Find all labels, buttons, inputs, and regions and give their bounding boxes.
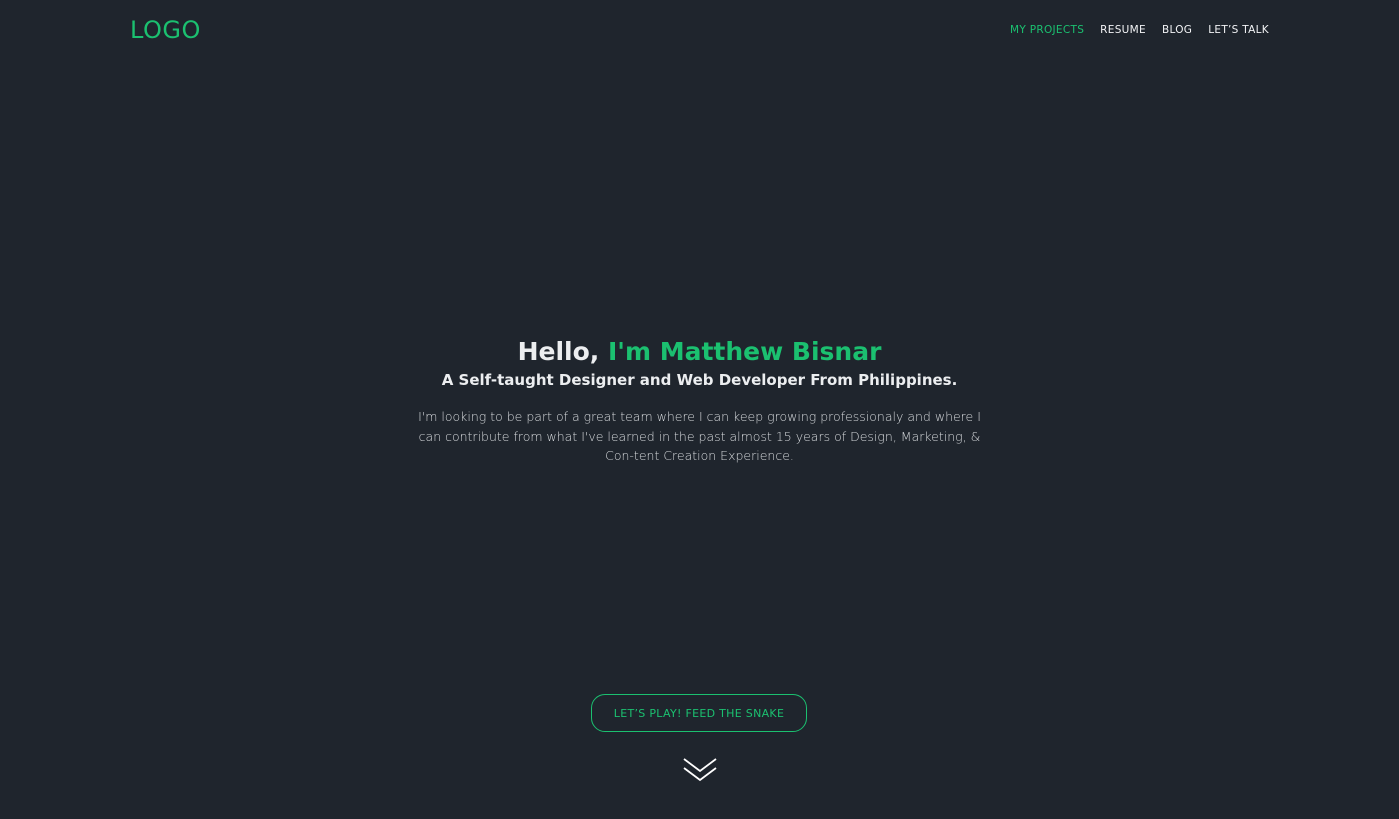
hero-section: Hello, I'm Matthew Bisnar A Self-taught … <box>0 334 1399 466</box>
logo[interactable]: LOGO <box>130 14 201 46</box>
nav-item-my-projects[interactable]: MY PROJECTS <box>1010 22 1084 38</box>
feed-the-snake-button[interactable]: LET’S PLAY! FEED THE SNAKE <box>591 694 807 732</box>
hero-title: Hello, I'm Matthew Bisnar <box>0 334 1399 370</box>
hero-name: I'm Matthew Bisnar <box>608 337 882 366</box>
main-nav: MY PROJECTS RESUME BLOG LET’S TALK <box>1010 22 1269 38</box>
hero-subtitle: A Self-taught Designer and Web Developer… <box>441 371 958 389</box>
hero-greeting: Hello, <box>517 337 600 366</box>
nav-item-blog[interactable]: BLOG <box>1162 22 1192 38</box>
hero-description: I'm looking to be part of a great team w… <box>418 409 981 463</box>
nav-item-resume[interactable]: RESUME <box>1100 22 1146 38</box>
double-chevron-down-icon[interactable] <box>683 757 717 785</box>
nav-item-lets-talk[interactable]: LET’S TALK <box>1208 22 1269 38</box>
